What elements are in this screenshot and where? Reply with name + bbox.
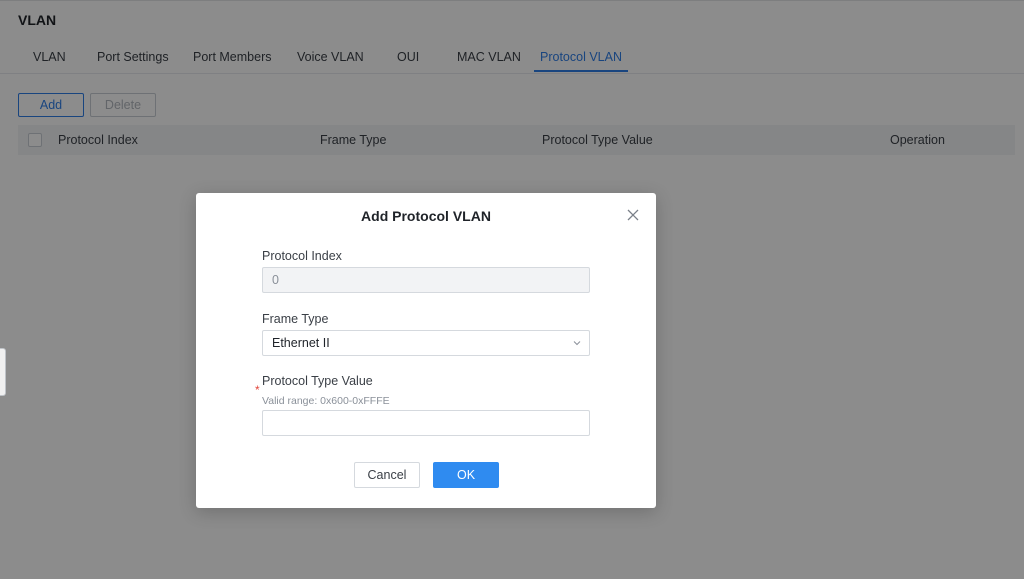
side-collapse-handle[interactable]: [0, 348, 6, 396]
add-protocol-vlan-dialog: Add Protocol VLAN Protocol Index 0 Frame…: [196, 193, 656, 508]
close-icon[interactable]: [626, 208, 640, 222]
protocol-index-value: 0: [272, 273, 279, 287]
chevron-down-icon: [573, 341, 581, 346]
cancel-button[interactable]: Cancel: [354, 462, 420, 488]
frame-type-value: Ethernet II: [272, 336, 330, 350]
protocol-index-label: Protocol Index: [262, 249, 342, 263]
frame-type-select[interactable]: Ethernet II: [262, 330, 590, 356]
protocol-index-input[interactable]: 0: [262, 267, 590, 293]
protocol-type-value-hint: Valid range: 0x600-0xFFFE: [262, 395, 390, 407]
protocol-type-value-label: Protocol Type Value: [262, 374, 373, 388]
required-mark: *: [255, 383, 260, 397]
ok-button[interactable]: OK: [433, 462, 499, 488]
dialog-title: Add Protocol VLAN: [361, 208, 491, 224]
protocol-type-value-input[interactable]: [262, 410, 590, 436]
frame-type-label: Frame Type: [262, 312, 329, 326]
